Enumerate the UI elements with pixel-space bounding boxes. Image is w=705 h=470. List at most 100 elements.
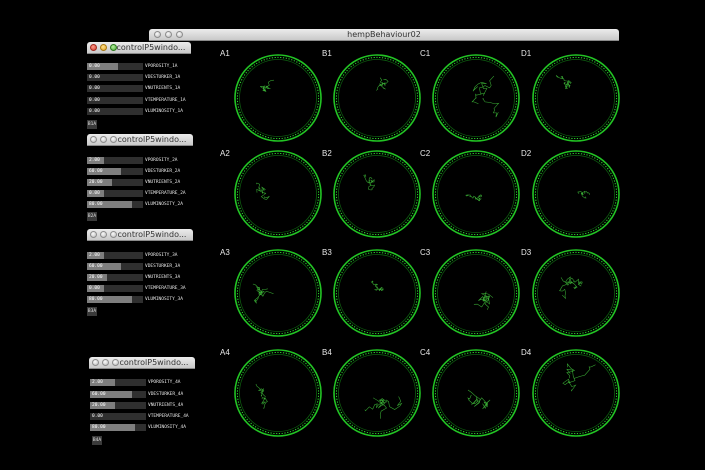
close-button[interactable] bbox=[90, 136, 97, 143]
slider-value: 0.00 bbox=[89, 64, 100, 69]
organism-track bbox=[562, 368, 576, 386]
dish-inner-ring bbox=[537, 59, 615, 137]
window-title: hempBehaviour02 bbox=[347, 30, 421, 39]
slider-value: 80.00 bbox=[89, 202, 103, 207]
dish-inner-ring bbox=[338, 59, 416, 137]
petri-dish-d2 bbox=[532, 150, 620, 238]
dish-outer-ring bbox=[234, 54, 322, 142]
slider-label: VDESTURKER_3A bbox=[145, 264, 181, 269]
dish-dashed-ring bbox=[434, 351, 518, 435]
slider-label: VLUMINOSITY_2A bbox=[145, 202, 183, 207]
organism-track bbox=[472, 396, 479, 405]
close-button[interactable] bbox=[92, 359, 99, 366]
dish-inner-ring bbox=[239, 59, 317, 137]
organism-track bbox=[260, 193, 270, 200]
slider-label: VPOROSITY_3A bbox=[145, 253, 178, 258]
organism-track bbox=[252, 283, 262, 295]
dish-outer-ring bbox=[333, 150, 421, 238]
organism-track bbox=[465, 194, 477, 200]
dish-dashed-ring bbox=[534, 251, 618, 335]
dish-outer-ring bbox=[234, 150, 322, 238]
control-panel-titlebar[interactable]: controlP5windo... bbox=[87, 134, 193, 146]
dish-inner-ring bbox=[239, 354, 317, 432]
slider-label: VNUTRIENTS_3A bbox=[145, 275, 181, 280]
dish-outer-ring bbox=[432, 54, 520, 142]
control-panel-titlebar[interactable]: controlP5windo... bbox=[87, 229, 193, 241]
slider-value: 2.00 bbox=[92, 380, 103, 385]
slider-value: 60.00 bbox=[89, 264, 103, 269]
dish-inner-ring bbox=[239, 254, 317, 332]
organism-track bbox=[478, 291, 487, 301]
bang-button[interactable]: B2A bbox=[87, 212, 97, 221]
control-panel-titlebar[interactable]: controlP5windo... bbox=[87, 42, 191, 54]
organism-track bbox=[263, 85, 269, 91]
organism-track bbox=[573, 278, 583, 287]
slider-value: 80.00 bbox=[92, 425, 106, 430]
slider-value: 0.00 bbox=[89, 109, 100, 114]
close-button[interactable] bbox=[90, 44, 97, 51]
dish-dashed-ring bbox=[335, 56, 419, 140]
organism-track bbox=[372, 397, 388, 409]
slider-label: VNUTRIENTS_4A bbox=[148, 403, 184, 408]
organism-track bbox=[370, 280, 377, 287]
dish-dashed-ring bbox=[534, 152, 618, 236]
bang-button[interactable]: B1A bbox=[87, 120, 97, 129]
organism-track bbox=[566, 363, 576, 379]
main-window-titlebar[interactable]: hempBehaviour02 bbox=[149, 29, 619, 41]
dish-dashed-ring bbox=[236, 152, 320, 236]
organism-track bbox=[565, 82, 571, 88]
dish-dashed-ring bbox=[434, 251, 518, 335]
minimize-button[interactable] bbox=[102, 359, 109, 366]
organism-track bbox=[478, 397, 491, 410]
minimize-button[interactable] bbox=[100, 44, 107, 51]
organism-track bbox=[559, 281, 570, 300]
organism-track bbox=[261, 397, 268, 409]
organism-track bbox=[583, 190, 591, 195]
organism-track bbox=[257, 288, 268, 296]
petri-dish-b2 bbox=[333, 150, 421, 238]
dish-dashed-ring bbox=[236, 351, 320, 435]
organism-track bbox=[383, 79, 389, 85]
slider-value: 20.00 bbox=[92, 403, 106, 408]
organism-track bbox=[555, 75, 568, 84]
dish-outer-ring bbox=[333, 349, 421, 437]
bang-button[interactable]: B3A bbox=[87, 307, 97, 316]
organism-track bbox=[364, 400, 384, 412]
dish-inner-ring bbox=[239, 155, 317, 233]
minimize-button[interactable] bbox=[100, 136, 107, 143]
petri-dish-a2 bbox=[234, 150, 322, 238]
petri-dish-c1 bbox=[432, 54, 520, 142]
organism-track bbox=[467, 389, 481, 407]
organism-track bbox=[258, 186, 266, 192]
slider-value: 2.00 bbox=[89, 253, 100, 258]
organism-track bbox=[479, 75, 495, 94]
petri-dish-c2 bbox=[432, 150, 520, 238]
slider-value: 60.00 bbox=[89, 169, 103, 174]
petri-dish-d4 bbox=[532, 349, 620, 437]
organism-track bbox=[374, 285, 380, 291]
well-label: A4 bbox=[220, 348, 230, 357]
minimize-button[interactable] bbox=[100, 231, 107, 238]
petri-dish-c4 bbox=[432, 349, 520, 437]
close-button[interactable] bbox=[90, 231, 97, 238]
organism-track bbox=[467, 394, 478, 406]
organism-track bbox=[474, 196, 480, 202]
organism-track bbox=[378, 397, 387, 419]
organism-track bbox=[581, 195, 587, 199]
dish-outer-ring bbox=[432, 349, 520, 437]
organism-track bbox=[567, 380, 577, 392]
well-label: A3 bbox=[220, 248, 230, 257]
dish-outer-ring bbox=[234, 349, 322, 437]
organism-track bbox=[478, 194, 483, 198]
organism-track bbox=[259, 290, 274, 297]
organism-track bbox=[378, 286, 384, 292]
control-panel-titlebar[interactable]: controlP5windo... bbox=[89, 357, 195, 369]
organism-track bbox=[261, 397, 266, 405]
bang-button[interactable]: B4A bbox=[92, 436, 102, 445]
slider-label: VTEMPERATURE_1A bbox=[145, 98, 186, 103]
dish-inner-ring bbox=[537, 354, 615, 432]
slider-value: 0.00 bbox=[89, 98, 100, 103]
dish-dashed-ring bbox=[335, 351, 419, 435]
organism-track bbox=[255, 383, 264, 398]
petri-dish-c3 bbox=[432, 249, 520, 337]
